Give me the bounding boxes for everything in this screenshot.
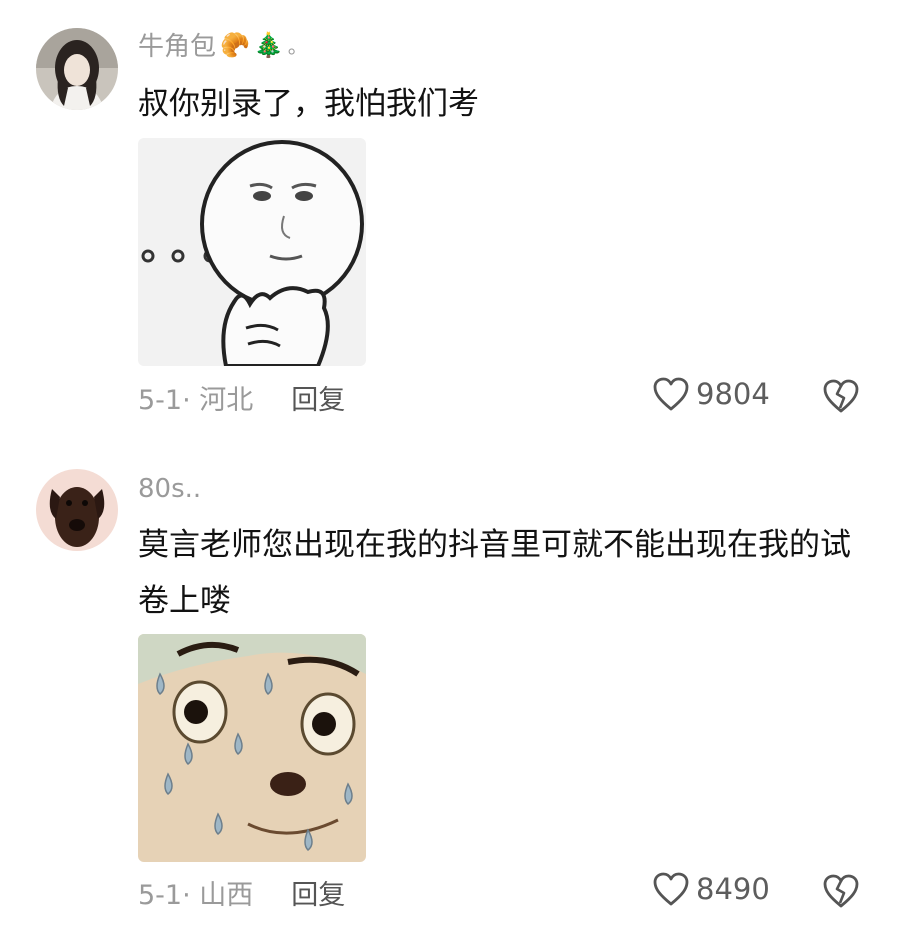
comment-meta: 5-1· 山西 回复 (138, 873, 345, 912)
comment-item: 80s.. 莫言老师您出现在我的抖音里可就不能出现在我的试卷上喽 5-1· 山西 (0, 455, 900, 928)
sweating-face-sticker[interactable] (138, 634, 366, 862)
username-dot: 。 (287, 34, 308, 58)
christmas-tree-emoji-icon: 🎄 (253, 30, 284, 59)
comment-meta: 5-1· 河北 回复 (138, 378, 345, 417)
username[interactable]: 80s.. (138, 474, 201, 504)
reply-button[interactable]: 回复 (291, 873, 345, 912)
username-text[interactable]: 80s.. (138, 474, 201, 504)
broken-heart-icon (823, 874, 859, 908)
comment-item: 牛角包 🥐 🎄 。 叔你别录了，我怕我们考 5-1· 河北 回复 9804 (0, 0, 900, 430)
date-location: 5-1· 河北 (138, 385, 254, 416)
croissant-emoji-icon: 🥐 (220, 30, 250, 59)
date-location: 5-1· 山西 (138, 880, 254, 911)
like-count: 9804 (696, 377, 770, 411)
avatar[interactable] (36, 469, 118, 551)
dislike-button[interactable] (822, 378, 860, 414)
like-button[interactable]: 9804 (652, 376, 770, 412)
username[interactable]: 牛角包 🥐 🎄 。 (138, 26, 308, 63)
thinking-face-sticker[interactable] (138, 138, 366, 366)
like-button[interactable]: 8490 (652, 871, 770, 907)
heart-outline-icon (653, 872, 689, 906)
comment-text: 莫言老师您出现在我的抖音里可就不能出现在我的试卷上喽 (138, 527, 851, 619)
avatar[interactable] (36, 28, 118, 110)
username-text[interactable]: 牛角包 (138, 26, 216, 63)
broken-heart-icon (823, 379, 859, 413)
reply-button[interactable]: 回复 (291, 378, 345, 417)
like-count: 8490 (696, 872, 770, 906)
heart-outline-icon (653, 377, 689, 411)
dislike-button[interactable] (822, 873, 860, 909)
comment-text: 叔你别录了，我怕我们考 (138, 86, 479, 122)
